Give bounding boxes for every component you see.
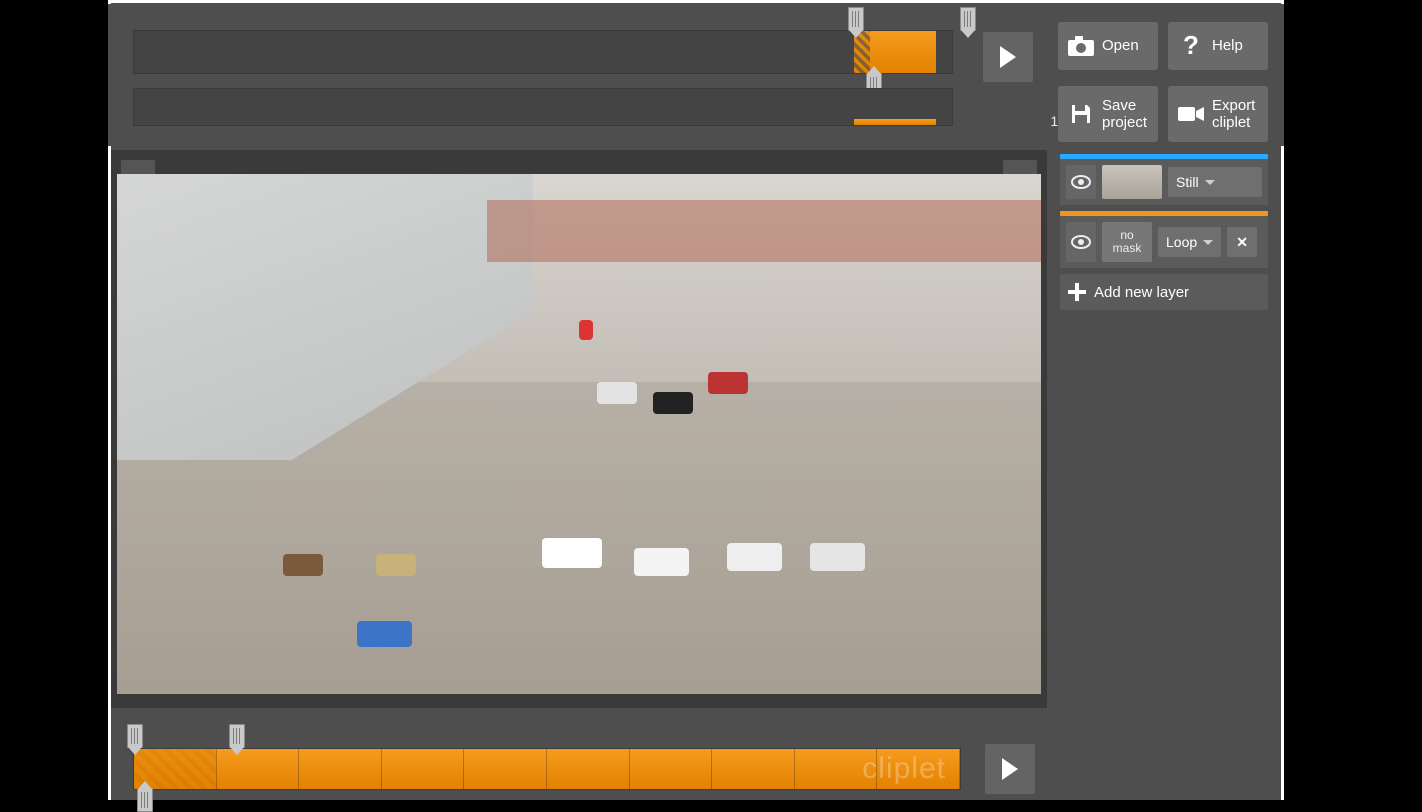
bottom-handle-end[interactable] bbox=[229, 724, 245, 748]
layer-thumbnail bbox=[1102, 165, 1162, 199]
layer-mode-select[interactable]: Loop bbox=[1158, 227, 1221, 257]
save-icon bbox=[1068, 101, 1094, 127]
eye-icon bbox=[1071, 235, 1091, 249]
bottom-timeline: cliplet bbox=[111, 714, 1281, 800]
overview-range-fill bbox=[854, 119, 936, 125]
timeline-track-range[interactable] bbox=[133, 30, 953, 74]
help-label: Help bbox=[1212, 37, 1243, 54]
video-camera-icon bbox=[1178, 101, 1204, 127]
layer-mask-thumbnail[interactable]: nomask bbox=[1102, 222, 1152, 262]
play-icon bbox=[1000, 46, 1016, 68]
layer-mode-select[interactable]: Still bbox=[1168, 167, 1262, 197]
timeline-track-overview[interactable]: 10 seconds bbox=[133, 88, 953, 126]
layers-panel: Still nomask Loop ✕ bbox=[1054, 150, 1274, 710]
visibility-toggle[interactable] bbox=[1066, 222, 1096, 262]
preview-image[interactable] bbox=[117, 174, 1041, 694]
export-cliplet-button[interactable]: Export cliplet bbox=[1168, 86, 1268, 142]
range-handle-end-top[interactable] bbox=[960, 7, 976, 31]
svg-text:?: ? bbox=[1183, 32, 1199, 60]
play-icon bbox=[1002, 758, 1018, 780]
layer-accent-bar bbox=[1060, 154, 1268, 159]
app-window: 10 seconds Open ? Help Save project bbox=[108, 0, 1284, 800]
bottom-handle-start[interactable] bbox=[127, 724, 143, 748]
open-button[interactable]: Open bbox=[1058, 22, 1158, 70]
chevron-down-icon bbox=[1205, 180, 1215, 185]
camera-icon bbox=[1068, 33, 1094, 59]
layer-card-still[interactable]: Still bbox=[1060, 154, 1268, 205]
eye-icon bbox=[1071, 175, 1091, 189]
layer-card-loop[interactable]: nomask Loop ✕ bbox=[1060, 211, 1268, 268]
close-icon: ✕ bbox=[1236, 234, 1248, 251]
layer-accent-bar bbox=[1060, 211, 1268, 216]
question-icon: ? bbox=[1178, 33, 1204, 59]
layer-remove-button[interactable]: ✕ bbox=[1227, 227, 1257, 257]
play-button-top[interactable] bbox=[983, 32, 1033, 82]
range-handle-start-top[interactable] bbox=[848, 7, 864, 31]
bottom-handle-playhead[interactable] bbox=[137, 788, 153, 812]
frame-strip[interactable]: cliplet bbox=[133, 748, 961, 790]
visibility-toggle[interactable] bbox=[1066, 165, 1096, 199]
export-label: Export cliplet bbox=[1212, 97, 1255, 132]
layer-mode-label: Still bbox=[1176, 174, 1199, 190]
help-button[interactable]: ? Help bbox=[1168, 22, 1268, 70]
open-label: Open bbox=[1102, 37, 1139, 54]
preview-pane bbox=[111, 150, 1047, 708]
plus-icon bbox=[1068, 283, 1086, 301]
save-label: Save project bbox=[1102, 97, 1147, 132]
play-button-bottom[interactable] bbox=[985, 744, 1035, 794]
timeline-tracks: 10 seconds bbox=[133, 30, 953, 126]
save-project-button[interactable]: Save project bbox=[1058, 86, 1158, 142]
layer-mode-label: Loop bbox=[1166, 234, 1197, 250]
top-timeline-area: 10 seconds Open ? Help Save project bbox=[108, 4, 1284, 146]
add-layer-button[interactable]: Add new layer bbox=[1060, 274, 1268, 310]
chevron-down-icon bbox=[1203, 240, 1213, 245]
add-layer-label: Add new layer bbox=[1094, 284, 1189, 301]
